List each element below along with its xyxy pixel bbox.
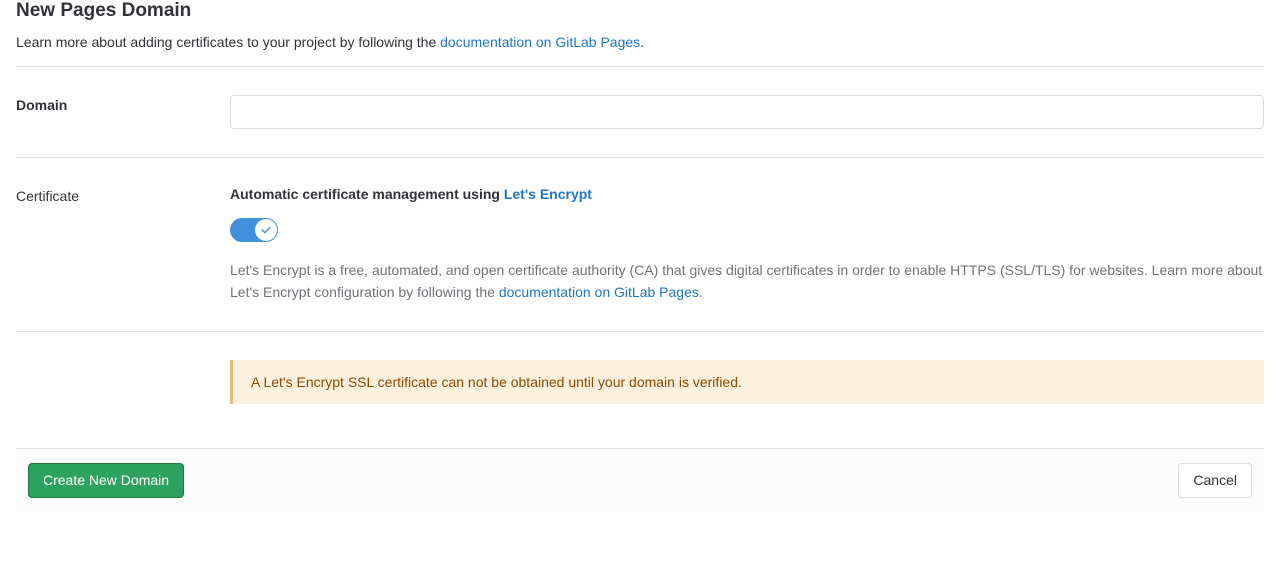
alert-row: A Let's Encrypt SSL certificate can not … [16, 332, 1264, 449]
alert-text: A Let's Encrypt SSL certificate can not … [251, 374, 742, 390]
alert-spacer [16, 360, 230, 404]
check-icon [260, 224, 272, 236]
intro-prefix: Learn more about adding certificates to … [16, 34, 440, 50]
lets-encrypt-link[interactable]: Let's Encrypt [504, 186, 592, 202]
cert-warning-alert: A Let's Encrypt SSL certificate can not … [230, 360, 1264, 404]
cert-description: Let's Encrypt is a free, automated, and … [230, 260, 1264, 303]
page-title: New Pages Domain [16, 0, 1264, 22]
cert-heading-prefix: Automatic certificate management using [230, 186, 504, 202]
cert-desc-prefix: Let's Encrypt is a free, automated, and … [230, 262, 1262, 300]
toggle-knob [255, 219, 277, 241]
certificate-row: Certificate Automatic certificate manage… [16, 158, 1264, 332]
certificate-label: Certificate [16, 186, 230, 303]
cancel-button[interactable]: Cancel [1178, 463, 1252, 498]
domain-row: Domain [16, 67, 1264, 158]
docs-link[interactable]: documentation on GitLab Pages [440, 34, 640, 50]
cert-docs-link[interactable]: documentation on GitLab Pages [499, 284, 699, 300]
create-domain-button[interactable]: Create New Domain [28, 463, 184, 498]
intro-suffix: . [640, 34, 644, 50]
cert-desc-suffix: . [699, 284, 703, 300]
intro-text: Learn more about adding certificates to … [16, 34, 1264, 50]
domain-input[interactable] [230, 95, 1264, 129]
form-footer: Create New Domain Cancel [16, 449, 1264, 512]
cert-heading: Automatic certificate management using L… [230, 186, 1264, 202]
lets-encrypt-toggle[interactable] [230, 218, 278, 242]
domain-label: Domain [16, 95, 230, 129]
